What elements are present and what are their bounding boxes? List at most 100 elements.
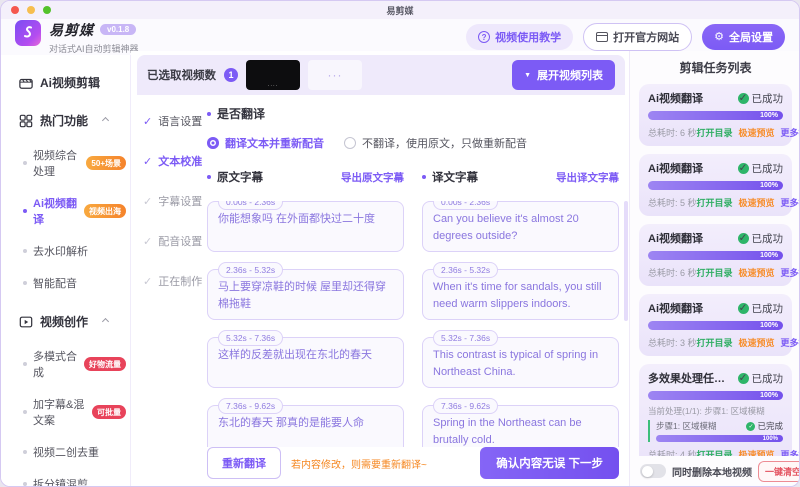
version-badge: v0.1.8 <box>100 24 137 35</box>
task-time: 总耗时: 5 秒 <box>648 198 697 208</box>
confirm-next-button[interactable]: 确认内容无误 下一步 <box>480 447 619 479</box>
target-subtitle-cell[interactable]: 7.36s - 9.62s Spring in the Northeast can… <box>422 398 619 453</box>
subtitle-row: 5.32s - 7.36s 这样的反差就出现在东北的春天 5.32s - 7.36… <box>207 330 619 388</box>
source-subtitle-cell[interactable]: 7.36s - 9.62s 东北的春天 那真的是能要人命 <box>207 398 404 453</box>
task-panel-footer: 同时删除本地视频 一键清空所有任务 <box>630 456 799 486</box>
sidebar-item-shot-remix[interactable]: 拆分镜混剪 <box>1 468 130 486</box>
gear-icon: ⚙ <box>714 30 724 43</box>
official-website-button[interactable]: 打开官方网站 <box>583 23 693 51</box>
window-title: 易剪媒 <box>386 5 414 16</box>
status-badge: ✓已成功 <box>737 372 783 385</box>
task-name: Ai视频翻译 <box>648 163 703 175</box>
sidebar-item-ai-video-edit[interactable]: Ai视频剪辑 <box>13 67 118 98</box>
step-text-proof: ✓ 文本校准 <box>143 155 203 169</box>
more-actions-link[interactable]: 更多操作 <box>781 126 799 139</box>
quick-preview-link[interactable]: 极速预览 <box>739 196 775 209</box>
global-settings-button[interactable]: ⚙ 全局设置 <box>702 24 785 50</box>
task-card: Ai视频翻译 ✓已成功 100% 总耗时: 6 秒 打开目录 极速预览 更多操作 <box>639 84 799 146</box>
browser-icon <box>596 32 609 42</box>
app-logo-icon <box>15 19 41 46</box>
check-icon: ✓ <box>143 195 153 208</box>
selected-videos-bar: 已选取视频数 1 ··· ▼ 展开视频列表 <box>137 55 625 95</box>
step-dubbing: ✓ 配音设置 <box>143 235 203 249</box>
task-time: 总耗时: 6 秒 <box>648 268 697 278</box>
timestamp-badge: 0.00s - 2.36s <box>433 201 499 210</box>
sidebar-section-create[interactable]: 视频创作 <box>13 307 118 336</box>
source-subtitle-cell[interactable]: 5.32s - 7.36s 这样的反差就出现在东北的春天 <box>207 330 404 388</box>
more-actions-link[interactable]: 更多操作 <box>781 266 799 279</box>
open-directory-link[interactable]: 打开目录 <box>697 126 733 139</box>
open-directory-link[interactable]: 打开目录 <box>697 266 733 279</box>
more-actions-link[interactable]: 更多操作 <box>781 196 799 209</box>
sidebar-section-hot[interactable]: 热门功能 <box>13 106 118 135</box>
success-check-icon: ✓ <box>746 421 756 431</box>
progress-bar: 100% <box>648 391 783 400</box>
open-directory-link[interactable]: 打开目录 <box>697 336 733 349</box>
step-language: ✓ 语言设置 <box>143 115 203 129</box>
subtitle-row: 0.00s - 2.36s 你能想象吗 在外面都快过二十度 0.00s - 2.3… <box>207 201 619 252</box>
sidebar-item-ai-translate[interactable]: Ai视频翻译 视频出海 <box>1 187 130 235</box>
translate-footer: 重新翻译 若内容修改，则需要重新翻译~ 确认内容无误 下一步 <box>207 447 619 479</box>
sidebar-item-multimode-compose[interactable]: 多模式合成 好物流量 <box>1 340 130 388</box>
quick-preview-link[interactable]: 极速预览 <box>739 336 775 349</box>
sidebar-item-dedup[interactable]: 视频二创去重 <box>1 436 130 468</box>
check-icon: ✓ <box>143 115 153 128</box>
delete-local-toggle[interactable] <box>640 464 666 478</box>
target-subtitle-cell[interactable]: 0.00s - 2.36s Can you believe it's almost… <box>422 201 619 252</box>
video-tutorial-button[interactable]: ? 视频使用教学 <box>466 24 574 50</box>
export-target-link[interactable]: 导出译文字幕 <box>556 170 619 185</box>
chevron-up-icon <box>101 317 110 326</box>
sidebar-item-video-processing[interactable]: 视频综合处理 50+场景 <box>1 139 130 187</box>
translate-content: 是否翻译 翻译文本并重新配音 不翻译，使用原文，只做重新配音 原文字幕 导出原文… <box>207 105 619 486</box>
open-directory-link[interactable]: 打开目录 <box>697 196 733 209</box>
more-actions-link[interactable]: 更多操作 <box>781 336 799 349</box>
quick-preview-link[interactable]: 极速预览 <box>739 266 775 279</box>
clear-all-tasks-button[interactable]: 一键清空所有任务 <box>758 460 799 482</box>
sidebar-item-watermark-removal[interactable]: 去水印解析 <box>1 235 130 267</box>
subtitle-row: 2.36s - 5.32s 马上要穿凉鞋的时候 屋里却还得穿棉拖鞋 2.36s -… <box>207 262 619 320</box>
traffic-badge: 好物流量 <box>84 357 126 371</box>
scrollbar-thumb[interactable] <box>624 201 628 321</box>
timestamp-badge: 5.32s - 7.36s <box>433 330 499 346</box>
bullet-icon <box>207 111 211 116</box>
sidebar-item-subtitle-copy[interactable]: 加字幕&混文案 可批量 <box>1 388 130 436</box>
main-panel: 已选取视频数 1 ··· ▼ 展开视频列表 ✓语言设置 ✓文本校准 ✓字幕设置 … <box>131 51 629 486</box>
bullet-icon <box>422 175 426 179</box>
subtitle-list[interactable]: 0.00s - 2.36s 你能想象吗 在外面都快过二十度 0.00s - 2.3… <box>207 201 619 453</box>
task-panel: 剪辑任务列表 Ai视频翻译 ✓ 已成功 100% 总耗时: 6 秒 打开目录 极速… <box>629 51 799 486</box>
progress-bar: 100% <box>648 111 783 120</box>
titlebar: 易剪媒 <box>1 1 799 19</box>
radio-translate-redub[interactable]: 翻译文本并重新配音 <box>207 135 324 151</box>
task-card: Ai视频翻译 ✓已成功 100% 总耗时: 6 秒 打开目录 极速预览 更多操作 <box>639 224 799 286</box>
success-check-icon: ✓ <box>737 92 749 104</box>
source-subtitle-cell[interactable]: 0.00s - 2.36s 你能想象吗 在外面都快过二十度 <box>207 201 404 252</box>
status-badge: ✓已成功 <box>737 162 783 175</box>
sidebar: Ai视频剪辑 热门功能 视频综合处理 50+场景 Ai视频翻译 视频出海 去水印… <box>1 55 131 486</box>
expand-video-list-button[interactable]: ▼ 展开视频列表 <box>512 60 615 90</box>
status-badge: ✓已成功 <box>737 302 783 315</box>
target-subtitle-cell[interactable]: 5.32s - 7.36s This contrast is typical of… <box>422 330 619 388</box>
more-videos-tile[interactable]: ··· <box>308 60 362 90</box>
sidebar-item-smart-dubbing[interactable]: 智能配音 <box>1 267 130 299</box>
question-icon: ? <box>478 31 491 43</box>
substep-progress-bar: 100% <box>656 435 783 442</box>
target-subtitle-cell[interactable]: 2.36s - 5.32s When it's time for sandals,… <box>422 262 619 320</box>
progress-bar: 100% <box>648 321 783 330</box>
triangle-down-icon: ▼ <box>524 71 531 79</box>
source-subtitle-header: 原文字幕 <box>207 169 263 185</box>
radio-unselected-icon <box>344 137 356 149</box>
check-icon: ✓ <box>143 235 153 248</box>
translate-question: 是否翻译 <box>207 105 619 122</box>
radio-no-translate[interactable]: 不翻译，使用原文，只做重新配音 <box>344 135 527 151</box>
retranslate-button[interactable]: 重新翻译 <box>207 447 281 479</box>
quick-preview-link[interactable]: 极速预览 <box>739 126 775 139</box>
export-source-link[interactable]: 导出原文字幕 <box>341 170 404 185</box>
app-tagline: 对话式AI自动剪辑神器 <box>49 43 139 54</box>
overseas-badge: 视频出海 <box>84 204 126 218</box>
selected-count-badge: 1 <box>224 68 238 82</box>
timestamp-badge: 7.36s - 9.62s <box>218 398 284 414</box>
timestamp-badge: 2.36s - 5.32s <box>433 262 499 278</box>
status-badge: ✓已成功 <box>737 232 783 245</box>
source-subtitle-cell[interactable]: 2.36s - 5.32s 马上要穿凉鞋的时候 屋里却还得穿棉拖鞋 <box>207 262 404 320</box>
video-thumbnail[interactable] <box>246 60 300 90</box>
